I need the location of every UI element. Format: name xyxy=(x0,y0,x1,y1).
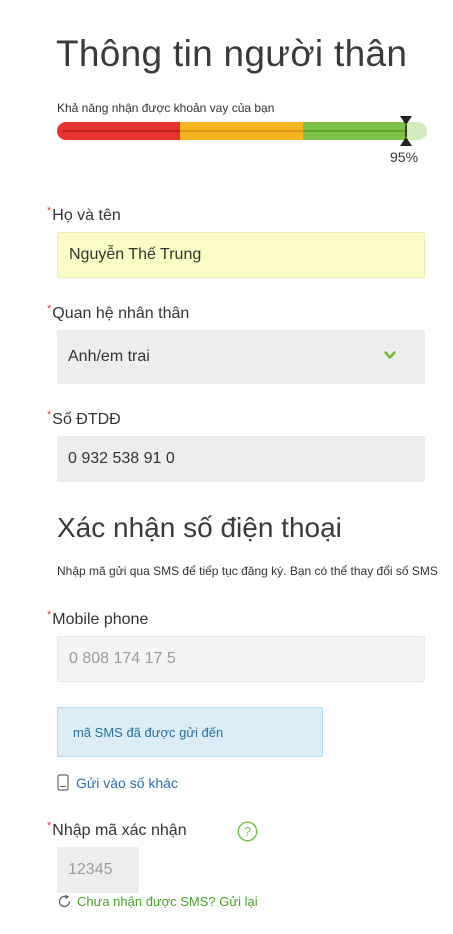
full-name-label: *Họ và tên xyxy=(47,205,121,224)
score-segment-red-line xyxy=(63,130,180,132)
verify-description: Nhập mã gửi qua SMS để tiếp tục đăng ký.… xyxy=(57,564,438,578)
phone-input[interactable]: 0 932 538 91 0 xyxy=(57,436,425,482)
score-marker-icon xyxy=(400,116,412,146)
send-other-label: Gửi vào số khác xyxy=(76,774,178,791)
score-value: 95% xyxy=(390,149,419,165)
svg-text:?: ? xyxy=(244,824,251,839)
mobile-input[interactable]: 0 808 174 17 5 xyxy=(57,636,425,682)
mobile-value: 0 808 174 17 5 xyxy=(69,650,176,667)
relation-label: *Quan hệ nhân thân xyxy=(47,303,190,322)
score-segment-orange-line xyxy=(180,130,303,132)
refresh-icon xyxy=(58,894,71,908)
relation-value: Anh/em trai xyxy=(68,348,150,365)
score-label: Khả năng nhận được khoản vay của bạn xyxy=(57,101,275,115)
verify-title: Xác nhận số điện thoại xyxy=(57,512,342,543)
send-other-link[interactable]: Gửi vào số khác xyxy=(57,774,178,791)
score-segment-green-line xyxy=(303,130,407,132)
full-name-value: Nguyễn Thế Trung xyxy=(69,246,202,263)
help-icon[interactable]: ? xyxy=(237,821,258,842)
phone-value: 0 932 538 91 0 xyxy=(68,450,175,467)
chevron-down-icon xyxy=(384,351,396,359)
resend-label: Chưa nhận được SMS? Gửi lại xyxy=(77,894,258,909)
code-placeholder: 12345 xyxy=(68,861,113,878)
resend-link[interactable]: Chưa nhận được SMS? Gửi lại xyxy=(57,894,258,909)
code-input[interactable]: 12345 xyxy=(57,847,139,893)
score-meter xyxy=(57,116,427,146)
code-label: *Nhập mã xác nhận xyxy=(47,820,187,839)
sms-sent-text: mã SMS đã được gửi đến xyxy=(73,724,224,740)
relation-select[interactable]: Anh/em trai xyxy=(57,330,425,384)
page-title: Thông tin người thân xyxy=(56,33,408,74)
phone-label: *Số ĐTDĐ xyxy=(47,409,121,428)
mobile-phone-icon xyxy=(57,774,69,791)
full-name-input[interactable]: Nguyễn Thế Trung xyxy=(57,232,425,278)
mobile-label: *Mobile phone xyxy=(47,609,149,628)
sms-sent-notice: mã SMS đã được gửi đến xyxy=(57,707,323,757)
